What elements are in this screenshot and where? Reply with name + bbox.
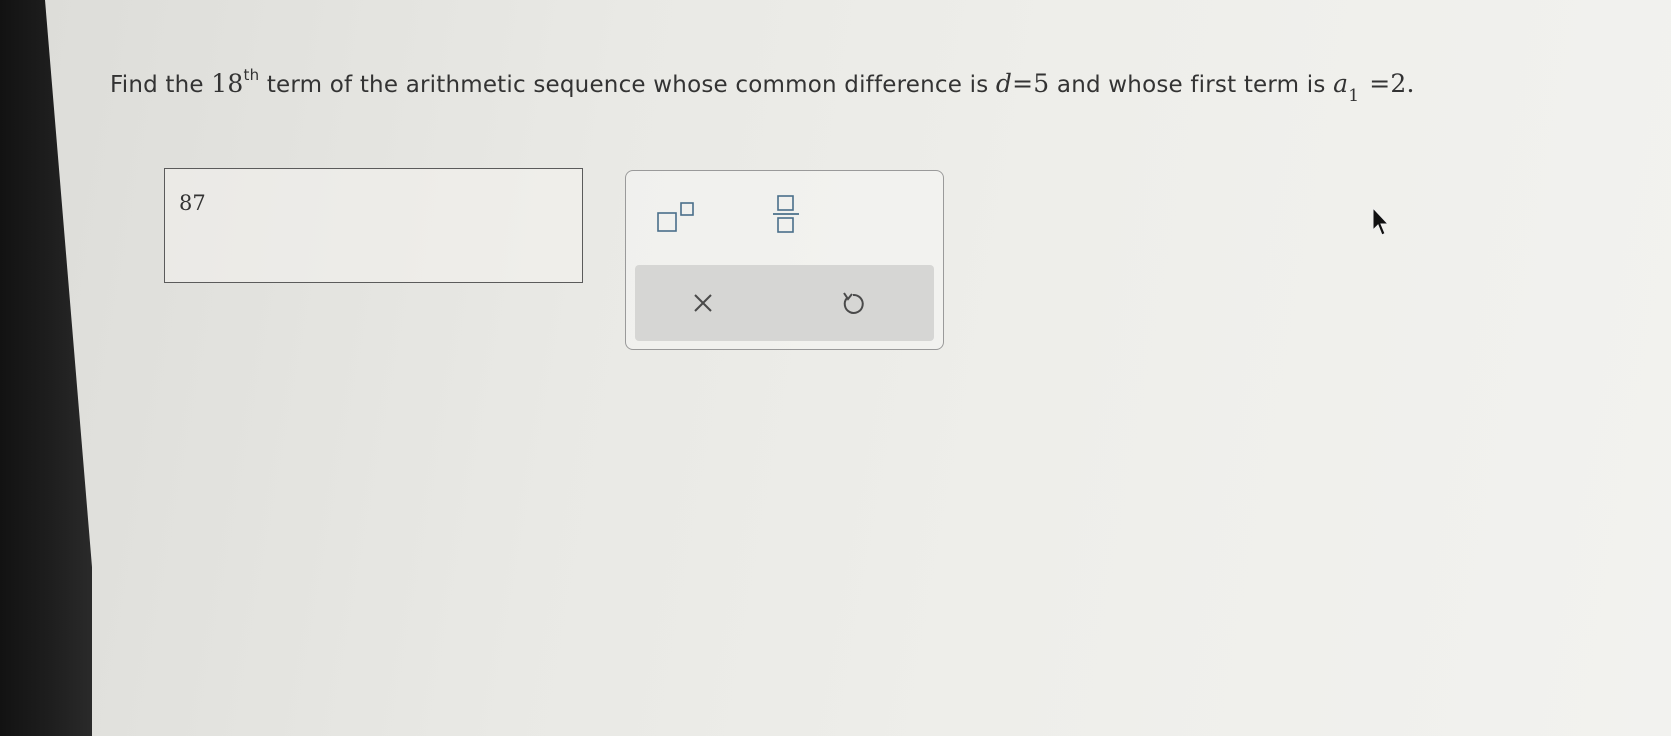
question-middle: term of the arithmetic sequence whose co…: [259, 72, 996, 98]
superscript-button[interactable]: [656, 199, 706, 233]
d-variable: d: [995, 69, 1013, 98]
a-equation: =2.: [1369, 69, 1415, 98]
undo-button[interactable]: [833, 283, 873, 323]
question-and: and whose first term is: [1049, 72, 1334, 98]
a-variable: a: [1333, 69, 1349, 98]
mouse-cursor-icon: [1372, 206, 1390, 236]
undo-icon: [843, 292, 864, 314]
action-bar: [635, 265, 934, 341]
a-subscript: 1: [1348, 86, 1360, 106]
clear-x-icon: [694, 294, 712, 312]
d-equation: =5: [1012, 69, 1050, 98]
fraction-button[interactable]: [766, 193, 806, 237]
clear-button[interactable]: [683, 283, 723, 323]
superscript-template-icon: [657, 202, 694, 232]
question-text: Find the 18th term of the arithmetic seq…: [110, 66, 1415, 106]
term-suffix: th: [243, 66, 260, 84]
math-toolbar: [625, 170, 944, 350]
question-prefix: Find the: [110, 72, 212, 98]
screen: Find the 18th term of the arithmetic seq…: [40, 0, 1671, 736]
term-number: 18: [211, 69, 244, 98]
answer-value: 87: [179, 191, 206, 215]
fraction-template-icon: [773, 195, 799, 233]
answer-input[interactable]: 87: [164, 168, 583, 283]
